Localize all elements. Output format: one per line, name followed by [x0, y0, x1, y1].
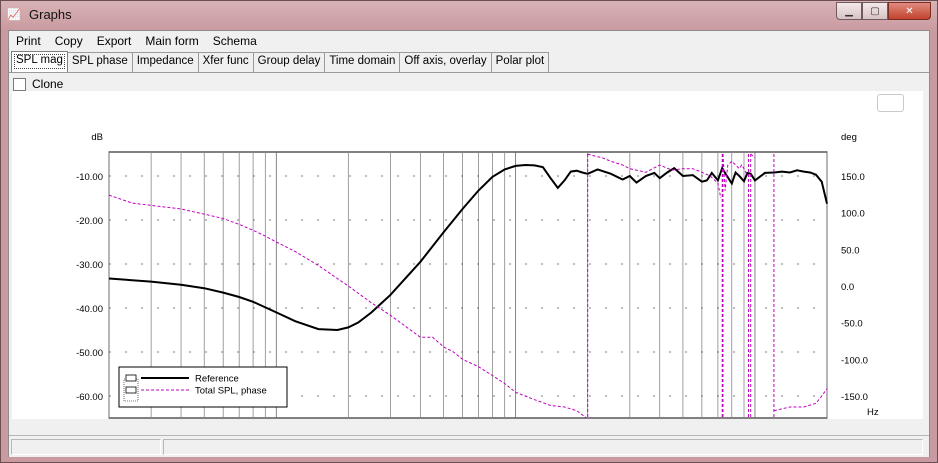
plot-blank-control[interactable] [877, 94, 904, 112]
menu-copy[interactable]: Copy [48, 31, 90, 50]
y-tick-label: -40.00 [76, 304, 103, 315]
status-cell-1 [11, 439, 161, 455]
tab-time-domain[interactable]: Time domain [324, 52, 401, 72]
tab-xfer-func[interactable]: Xfer func [197, 52, 254, 72]
menu-main-form[interactable]: Main form [138, 31, 205, 50]
client-area: Print Copy Export Main form Schema SPL m… [8, 30, 930, 457]
status-bar [9, 435, 929, 457]
y2-tick-label: 50.0 [841, 245, 860, 256]
status-cell-2 [163, 439, 923, 455]
y2-tick-label: -100.0 [841, 355, 868, 366]
legend-label: Reference [195, 374, 239, 385]
tab-spl-mag[interactable]: SPL mag [11, 51, 68, 72]
legend-label: Total SPL, phase [195, 386, 267, 397]
menu-export[interactable]: Export [90, 31, 139, 50]
clone-label: Clone [32, 77, 64, 91]
clone-option[interactable]: Clone [13, 77, 63, 91]
y2-tick-label: 100.0 [841, 209, 865, 220]
clone-checkbox[interactable] [13, 77, 26, 91]
y-tick-label: -30.00 [76, 260, 103, 271]
y-tick-label: -10.00 [76, 172, 103, 183]
tab-spl-phase[interactable]: SPL phase [66, 52, 133, 72]
tab-polar-plot[interactable]: Polar plot [490, 52, 550, 72]
graphs-window: 📈 Graphs ▁ ▢ ✕ Print Copy Export Main fo… [0, 0, 938, 463]
spl-chart[interactable]: -10.00 -20.00 -30.00 -40.00 -50.00 -60.00 150.… [12, 91, 923, 432]
tab-impedance[interactable]: Impedance [131, 52, 199, 72]
y2-tick-label: -150.0 [841, 392, 868, 403]
tab-divider [9, 72, 929, 73]
y-tick-label: -60.00 [76, 392, 103, 403]
title-bar[interactable]: 📈 Graphs ▁ ▢ ✕ [1, 1, 937, 29]
maximize-icon[interactable]: ▢ [862, 2, 888, 20]
y2-tick-label: 150.0 [841, 172, 865, 183]
legend-swatch-box [125, 386, 137, 394]
menu-schema[interactable]: Schema [206, 31, 264, 50]
minimize-icon[interactable]: ▁ [836, 2, 862, 20]
y-tick-label: -20.00 [76, 216, 103, 227]
close-icon[interactable]: ✕ [888, 2, 931, 20]
y2-tick-label: 0.0 [841, 282, 854, 293]
y2-tick-label: -50.0 [841, 319, 863, 330]
tab-off-axis-overlay[interactable]: Off axis, overlay [399, 52, 492, 72]
menu-bar: Print Copy Export Main form Schema [9, 31, 929, 50]
graph-app-icon: 📈 [7, 8, 21, 21]
graph-tabs: SPL mag SPL phase Impedance Xfer func Gr… [11, 51, 550, 72]
tab-group-delay[interactable]: Group delay [252, 52, 326, 72]
legend-swatch-box [125, 374, 137, 382]
y-axis-label: dB [91, 132, 103, 143]
plot-panel: -10.00 -20.00 -30.00 -40.00 -50.00 -60.00 150.… [12, 91, 923, 432]
y-tick-label: -50.00 [76, 348, 103, 359]
window-controls: ▁ ▢ ✕ [836, 2, 931, 20]
menu-print[interactable]: Print [9, 31, 48, 50]
y2-axis-label: deg [841, 132, 857, 143]
x-tick-label: Hz [867, 407, 879, 418]
window-title: Graphs [29, 7, 72, 22]
